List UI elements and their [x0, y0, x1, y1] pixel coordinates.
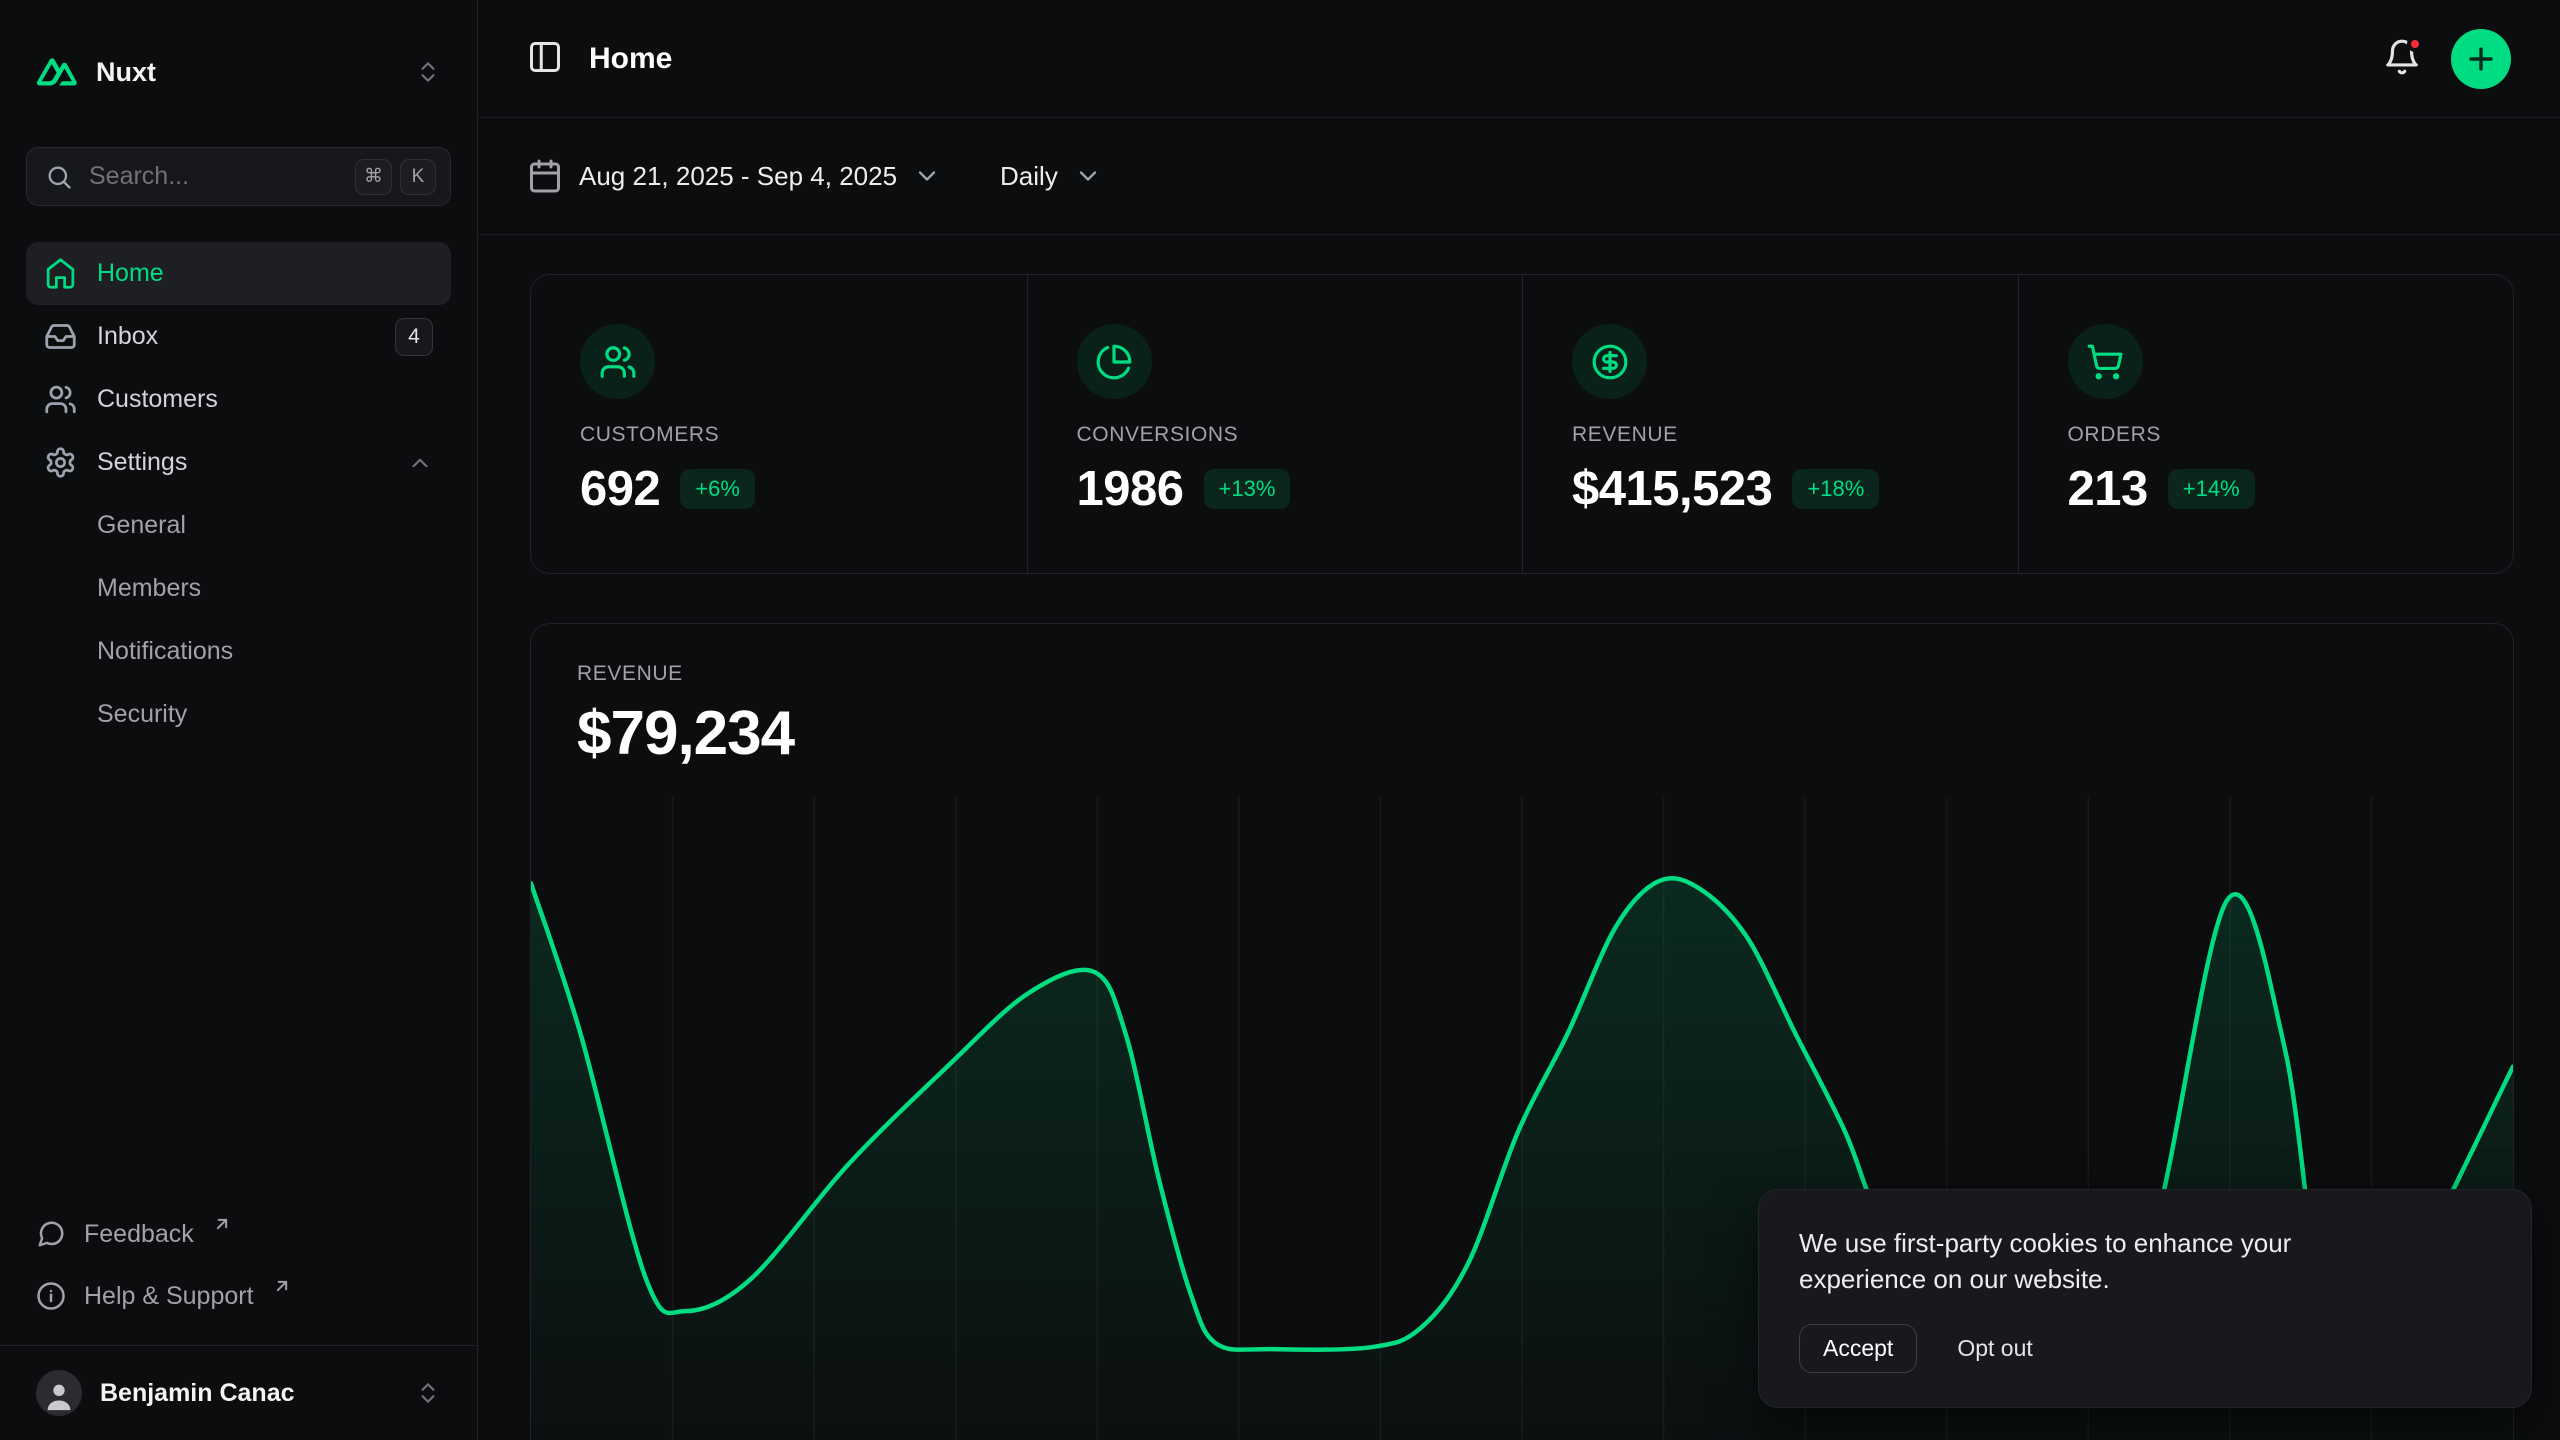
message-icon	[36, 1219, 66, 1249]
search-input[interactable]: Search... ⌘ K	[26, 147, 451, 206]
plus-icon	[2464, 42, 2498, 76]
inbox-count-badge: 4	[395, 318, 433, 356]
add-button[interactable]	[2451, 29, 2511, 89]
revenue-card-value: $79,234	[577, 698, 2513, 769]
stat-delta-badge: +14%	[2168, 469, 2255, 509]
nav-label: Inbox	[97, 322, 158, 351]
notification-dot	[2407, 36, 2423, 52]
cart-icon	[2068, 324, 2143, 399]
sidebar-item-settings-notifications[interactable]: Notifications	[26, 620, 451, 683]
stat-delta-badge: +18%	[1792, 469, 1879, 509]
nav-label: Home	[97, 259, 164, 288]
stat-customers: CUSTOMERS 692 +6%	[531, 275, 1027, 573]
sidebar-item-customers[interactable]: Customers	[26, 368, 451, 431]
chevrons-up-down-icon	[415, 1380, 441, 1406]
circle-dollar-icon	[1572, 324, 1647, 399]
calendar-icon	[527, 158, 563, 194]
cookie-banner: We use first-party cookies to enhance yo…	[1758, 1189, 2532, 1408]
chart-pie-icon	[1077, 324, 1152, 399]
sidebar-item-inbox[interactable]: Inbox 4	[26, 305, 451, 368]
help-support-label: Help & Support	[84, 1282, 254, 1311]
nuxt-logo-icon	[36, 57, 78, 87]
filters-toolbar: Aug 21, 2025 - Sep 4, 2025 Daily	[478, 118, 2560, 235]
external-link-icon	[272, 1276, 292, 1296]
external-link-icon	[212, 1214, 232, 1234]
notifications-button[interactable]	[2383, 38, 2421, 79]
sidebar-item-settings-security[interactable]: Security	[26, 683, 451, 746]
stat-label: CONVERSIONS	[1077, 423, 1523, 447]
workspace-switcher[interactable]: Nuxt	[26, 40, 451, 104]
stat-orders: ORDERS 213 +14%	[2018, 275, 2514, 573]
cookie-optout-button[interactable]: Opt out	[1957, 1335, 2032, 1362]
help-support-link[interactable]: Help & Support	[26, 1265, 451, 1327]
period-select[interactable]: Daily	[1000, 161, 1102, 192]
collapse-sidebar-button[interactable]	[527, 39, 563, 78]
chevron-up-icon	[407, 450, 433, 476]
chevron-down-icon	[1074, 162, 1102, 190]
feedback-link[interactable]: Feedback	[26, 1203, 451, 1265]
stat-label: ORDERS	[2068, 423, 2514, 447]
sidebar-nav: Home Inbox 4 Customers	[26, 242, 451, 746]
cookie-accept-button[interactable]: Accept	[1799, 1324, 1917, 1373]
stat-conversions: CONVERSIONS 1986 +13%	[1027, 275, 1523, 573]
kbd-cmd: ⌘	[355, 159, 392, 195]
search-icon	[45, 163, 73, 191]
avatar	[36, 1370, 82, 1416]
chevron-down-icon	[913, 162, 941, 190]
users-icon	[44, 383, 77, 416]
search-placeholder: Search...	[89, 162, 339, 191]
nav-label: Customers	[97, 385, 218, 414]
page-title: Home	[589, 42, 672, 76]
stat-value: $415,523	[1572, 461, 1772, 517]
gear-icon	[44, 446, 77, 479]
stat-delta-badge: +6%	[680, 469, 755, 509]
period-label: Daily	[1000, 161, 1058, 192]
stat-value: 692	[580, 461, 660, 517]
sidebar-item-home[interactable]: Home	[26, 242, 451, 305]
info-circle-icon	[36, 1281, 66, 1311]
nav-label: Settings	[97, 448, 187, 477]
feedback-label: Feedback	[84, 1220, 194, 1249]
panel-left-icon	[527, 39, 563, 75]
kbd-k: K	[400, 159, 436, 195]
stat-value: 1986	[1077, 461, 1184, 517]
stat-label: REVENUE	[1572, 423, 2018, 447]
stat-delta-badge: +13%	[1204, 469, 1291, 509]
sidebar: Nuxt Search... ⌘ K	[0, 0, 478, 1440]
sidebar-item-settings[interactable]: Settings	[26, 431, 451, 494]
page-header: Home	[478, 0, 2560, 118]
chevrons-up-down-icon	[415, 59, 441, 85]
search-shortcut: ⌘ K	[355, 159, 436, 195]
stats-row: CUSTOMERS 692 +6% CONVERSIONS 1986 +13%	[530, 274, 2514, 574]
sidebar-footer: Feedback Help & Support	[0, 1203, 477, 1337]
sidebar-item-settings-members[interactable]: Members	[26, 557, 451, 620]
inbox-icon	[44, 320, 77, 353]
cookie-message: We use first-party cookies to enhance yo…	[1799, 1226, 2399, 1298]
date-range-label: Aug 21, 2025 - Sep 4, 2025	[579, 161, 897, 192]
user-name: Benjamin Canac	[100, 1379, 295, 1408]
date-range-picker[interactable]: Aug 21, 2025 - Sep 4, 2025	[527, 158, 941, 194]
stat-label: CUSTOMERS	[580, 423, 1027, 447]
sidebar-item-settings-general[interactable]: General	[26, 494, 451, 557]
user-section: Benjamin Canac	[0, 1345, 477, 1440]
stat-value: 213	[2068, 461, 2148, 517]
users-icon	[580, 324, 655, 399]
stat-revenue: REVENUE $415,523 +18%	[1522, 275, 2018, 573]
sidebar-top: Nuxt Search... ⌘ K	[0, 0, 477, 746]
user-menu[interactable]: Benjamin Canac	[26, 1364, 451, 1422]
home-icon	[44, 257, 77, 290]
workspace-name: Nuxt	[96, 57, 156, 88]
revenue-card-label: REVENUE	[577, 662, 2513, 686]
